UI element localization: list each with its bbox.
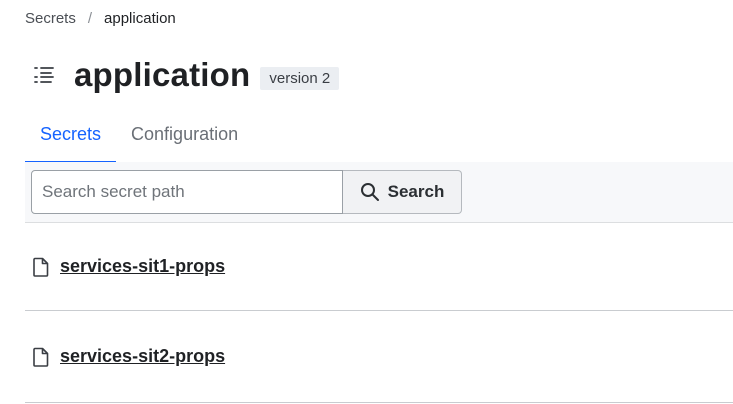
list-icon — [32, 63, 56, 87]
secrets-list: services-sit1-props services-sit2-props — [25, 223, 733, 403]
search-icon — [360, 182, 380, 202]
page-header: application version 2 — [32, 52, 340, 98]
file-icon — [32, 347, 50, 367]
breadcrumb-separator: / — [87, 9, 93, 27]
search-input[interactable] — [31, 170, 343, 214]
file-icon — [32, 257, 50, 277]
secret-link-services-sit1-props[interactable]: services-sit1-props — [60, 256, 225, 277]
version-badge: version 2 — [260, 66, 340, 90]
page-title: application — [74, 56, 251, 93]
tab-secrets[interactable]: Secrets — [25, 108, 117, 163]
tab-configuration[interactable]: Configuration — [116, 108, 253, 161]
breadcrumb-current: application — [104, 9, 176, 27]
tab-bar: Secrets Configuration — [25, 108, 733, 163]
page: Secrets / application application versio… — [0, 0, 733, 404]
breadcrumb: Secrets / application — [25, 8, 176, 28]
search-button[interactable]: Search — [343, 170, 462, 214]
list-item[interactable]: services-sit1-props — [25, 223, 733, 311]
list-item[interactable]: services-sit2-props — [25, 311, 733, 403]
search-toolbar: Search — [25, 162, 733, 223]
secret-link-services-sit2-props[interactable]: services-sit2-props — [60, 346, 225, 367]
search-button-label: Search — [387, 182, 445, 201]
breadcrumb-secrets-link[interactable]: Secrets — [25, 10, 76, 27]
